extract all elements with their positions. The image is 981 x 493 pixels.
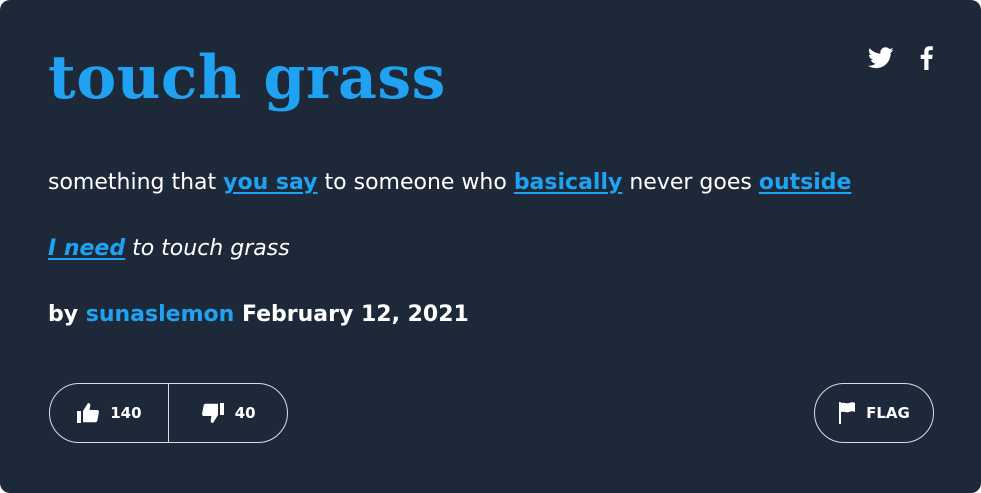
flag-icon [838,402,856,424]
by-label: by [48,302,79,327]
vote-buttons: 140 40 [49,383,288,443]
flag-button[interactable]: FLAG [814,383,934,443]
share-buttons [868,46,933,70]
definition-card: touch grass something that you say to so… [0,0,981,493]
upvote-count: 140 [110,404,142,422]
term-link-i-need[interactable]: I need [48,236,125,261]
thumbs-up-icon [76,401,100,425]
thumbs-down-icon [201,401,225,425]
definition-meaning: something that you say to someone who ba… [48,166,851,200]
downvote-count: 40 [234,404,256,422]
flag-label: FLAG [866,404,910,422]
post-date: February 12, 2021 [241,302,469,327]
term-link-basically[interactable]: basically [514,170,623,195]
twitter-icon[interactable] [868,47,894,69]
downvote-button[interactable]: 40 [169,384,287,442]
definition-example: I need to touch grass [48,232,290,266]
facebook-icon[interactable] [920,46,933,70]
author-link[interactable]: sunaslemon [86,302,235,327]
meaning-text-1: something that [48,170,224,195]
example-text: to touch grass [125,236,290,261]
meaning-text-3: never goes [622,170,759,195]
term-link-outside[interactable]: outside [759,170,852,195]
upvote-button[interactable]: 140 [50,384,168,442]
term-link-you-say[interactable]: you say [223,170,317,195]
contributor-line: by sunaslemon February 12, 2021 [48,298,469,332]
meaning-text-2: to someone who [317,170,514,195]
definition-word[interactable]: touch grass [48,38,446,118]
